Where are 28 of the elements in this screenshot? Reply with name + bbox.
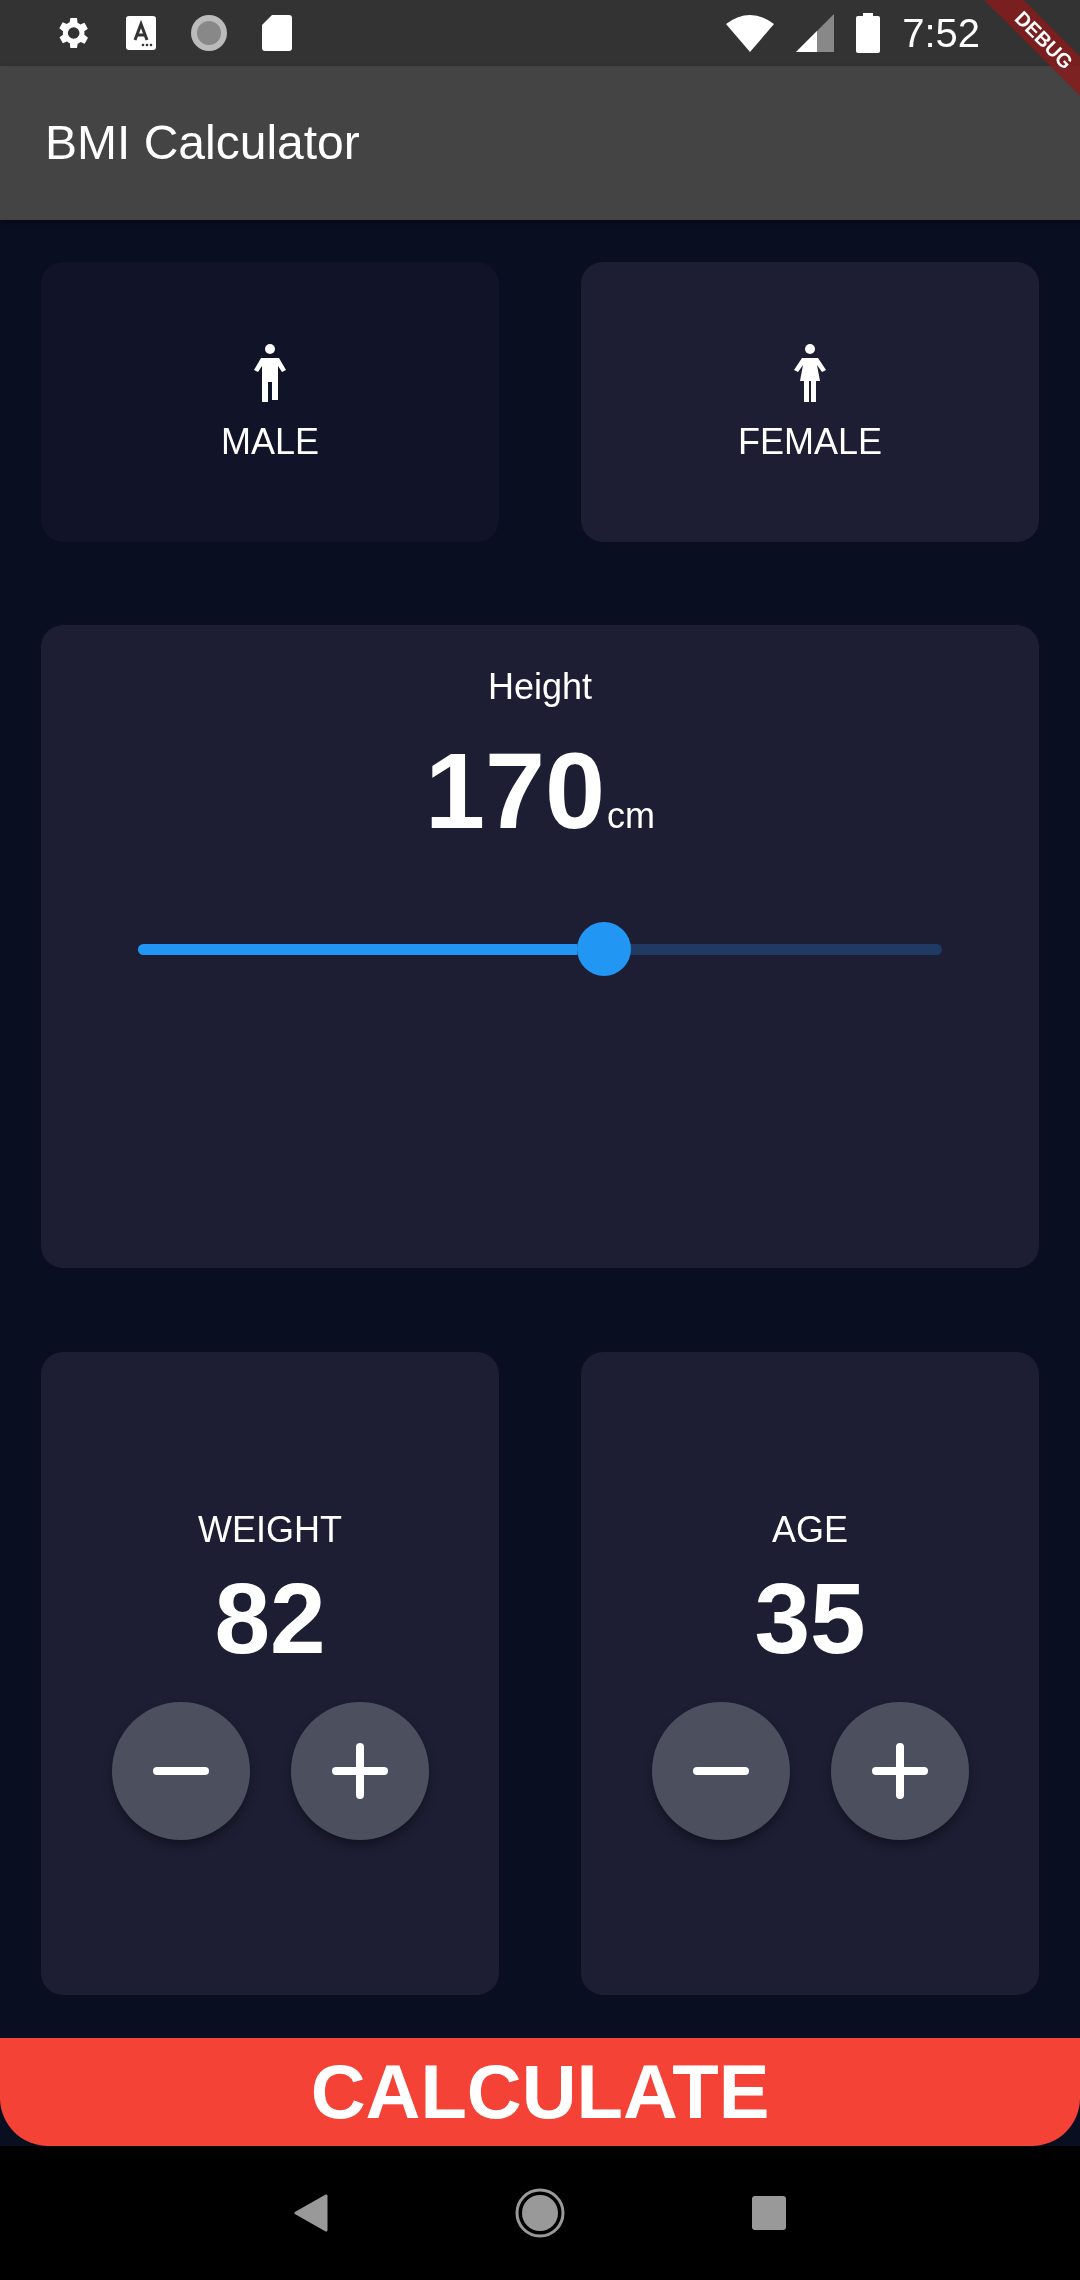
female-figure-icon [792, 344, 828, 402]
wifi-icon [726, 14, 775, 52]
counter-label: WEIGHT [198, 1511, 342, 1548]
plus-icon [871, 1742, 928, 1799]
plus-icon [331, 1742, 388, 1799]
counter-label: AGE [772, 1511, 848, 1548]
clock-time: 7:52 [902, 13, 980, 53]
calculate-button[interactable]: CALCULATE [0, 2038, 1080, 2146]
slider-thumb[interactable] [577, 922, 632, 976]
height-value: 170 [424, 737, 606, 845]
loading-circle-icon [190, 14, 228, 52]
signal-icon [796, 14, 835, 52]
counter-value: 35 [754, 1567, 866, 1668]
male-figure-icon [252, 344, 288, 402]
height-label: Height [487, 669, 593, 705]
gender-card[interactable]: MALE [41, 262, 499, 542]
back-icon[interactable] [293, 2194, 328, 2232]
gender-card[interactable]: FEMALE [581, 262, 1039, 542]
app-title: BMI Calculator [45, 115, 360, 171]
counter-value: 82 [214, 1567, 326, 1668]
recents-icon[interactable] [752, 2196, 787, 2230]
minus-icon [692, 1766, 749, 1775]
height-unit: cm [607, 798, 656, 834]
minus-icon [152, 1766, 209, 1775]
font-box-icon [126, 16, 156, 50]
battery-icon [856, 13, 881, 53]
sd-card-icon [262, 15, 292, 51]
home-icon[interactable] [515, 2188, 565, 2238]
